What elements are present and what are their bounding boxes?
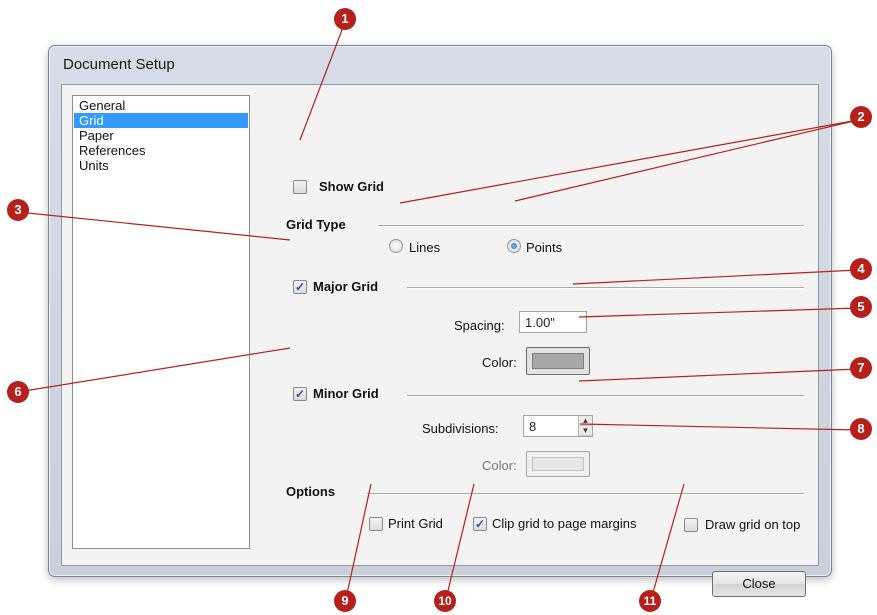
callout-badge-2: 2 <box>850 106 872 128</box>
callout-line-5 <box>578 307 859 318</box>
callout-badge-1: 1 <box>334 8 356 30</box>
callout-line-6 <box>17 347 291 393</box>
callout-line-2b <box>514 119 859 202</box>
callout-badge-5: 5 <box>850 296 872 318</box>
callout-line-1 <box>299 21 346 141</box>
callout-badge-11: 11 <box>639 590 661 612</box>
callout-badge-9: 9 <box>334 590 356 612</box>
callout-badge-6: 6 <box>7 381 29 403</box>
callout-badge-8: 8 <box>850 418 872 440</box>
callout-line-7 <box>578 368 859 382</box>
callout-line-2a <box>399 119 859 204</box>
callout-badge-10: 10 <box>434 590 456 612</box>
callout-lines <box>17 21 859 604</box>
callout-badge-7: 7 <box>850 357 872 379</box>
callout-line-10 <box>444 483 475 604</box>
callout-line-11 <box>649 483 685 604</box>
callout-line-3 <box>17 211 291 241</box>
callout-line-8 <box>579 423 859 431</box>
callout-badge-3: 3 <box>7 199 29 221</box>
callout-badge-4: 4 <box>850 258 872 280</box>
callout-line-4 <box>572 269 859 285</box>
callout-line-9 <box>344 483 372 604</box>
